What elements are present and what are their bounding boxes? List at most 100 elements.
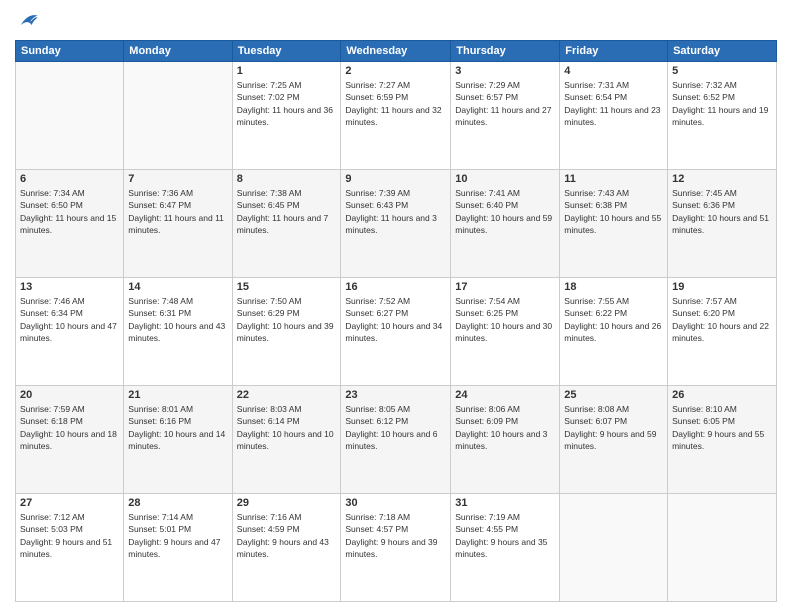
day-number: 4 — [564, 65, 663, 77]
calendar-day-cell: 15Sunrise: 7:50 AMSunset: 6:29 PMDayligh… — [232, 278, 341, 386]
calendar-day-cell: 31 Sunrise: 7:19 AMSunset: 4:55 PMDayligh… — [451, 494, 560, 602]
day-number: 23 — [345, 389, 446, 401]
calendar-day-cell: 30 Sunrise: 7:18 AMSunset: 4:57 PMDayligh… — [341, 494, 451, 602]
weekday-header: Monday — [124, 41, 232, 62]
calendar-day-cell — [16, 62, 124, 170]
day-number: 7 — [128, 173, 227, 185]
calendar-day-cell: 12 Sunrise: 7:45 AMSunset: 6:36 PMDayligh… — [668, 170, 777, 278]
day-number: 19 — [672, 281, 772, 293]
logo-bird-icon — [17, 10, 39, 32]
day-number: 28 — [128, 497, 227, 509]
day-info: Sunrise: 7:48 AMSunset: 6:31 PMDaylight:… — [128, 295, 227, 344]
calendar-day-cell: 14 Sunrise: 7:48 AMSunset: 6:31 PMDayligh… — [124, 278, 232, 386]
day-info: Sunrise: 7:29 AMSunset: 6:57 PMDaylight:… — [455, 79, 555, 128]
calendar-day-cell: 21 Sunrise: 8:01 AMSunset: 6:16 PMDayligh… — [124, 386, 232, 494]
day-info: Sunrise: 7:14 AMSunset: 5:01 PMDaylight:… — [128, 511, 227, 560]
day-info: Sunrise: 7:43 AMSunset: 6:38 PMDaylight:… — [564, 187, 663, 236]
calendar-day-cell: 26 Sunrise: 8:10 AMSunset: 6:05 PMDayligh… — [668, 386, 777, 494]
day-number: 30 — [345, 497, 446, 509]
calendar-day-cell: 18Sunrise: 7:55 AMSunset: 6:22 PMDayligh… — [560, 278, 668, 386]
calendar-week-row: 20 Sunrise: 7:59 AMSunset: 6:18 PMDayligh… — [16, 386, 777, 494]
weekday-header: Thursday — [451, 41, 560, 62]
weekday-header: Wednesday — [341, 41, 451, 62]
calendar-day-cell: 9Sunrise: 7:39 AMSunset: 6:43 PMDaylight… — [341, 170, 451, 278]
calendar-day-cell: 8 Sunrise: 7:38 AMSunset: 6:45 PMDaylight… — [232, 170, 341, 278]
calendar-day-cell: 7 Sunrise: 7:36 AMSunset: 6:47 PMDaylight… — [124, 170, 232, 278]
day-info: Sunrise: 8:01 AMSunset: 6:16 PMDaylight:… — [128, 403, 227, 452]
day-info: Sunrise: 7:34 AMSunset: 6:50 PMDaylight:… — [20, 187, 119, 236]
day-number: 8 — [237, 173, 337, 185]
day-info: Sunrise: 7:38 AMSunset: 6:45 PMDaylight:… — [237, 187, 337, 236]
calendar-day-cell: 5 Sunrise: 7:32 AMSunset: 6:52 PMDaylight… — [668, 62, 777, 170]
day-number: 13 — [20, 281, 119, 293]
calendar-table: SundayMondayTuesdayWednesdayThursdayFrid… — [15, 40, 777, 602]
calendar-day-cell: 17Sunrise: 7:54 AMSunset: 6:25 PMDayligh… — [451, 278, 560, 386]
day-info: Sunrise: 7:16 AMSunset: 4:59 PMDaylight:… — [237, 511, 337, 560]
logo — [15, 10, 39, 32]
day-number: 25 — [564, 389, 663, 401]
day-number: 17 — [455, 281, 555, 293]
day-number: 11 — [564, 173, 663, 185]
calendar-day-cell: 3 Sunrise: 7:29 AMSunset: 6:57 PMDaylight… — [451, 62, 560, 170]
calendar-day-cell: 28 Sunrise: 7:14 AMSunset: 5:01 PMDayligh… — [124, 494, 232, 602]
day-info: Sunrise: 8:05 AMSunset: 6:12 PMDaylight:… — [345, 403, 446, 452]
weekday-header: Saturday — [668, 41, 777, 62]
day-number: 5 — [672, 65, 772, 77]
calendar-day-cell: 13Sunrise: 7:46 AMSunset: 6:34 PMDayligh… — [16, 278, 124, 386]
weekday-header: Sunday — [16, 41, 124, 62]
day-info: Sunrise: 7:50 AMSunset: 6:29 PMDaylight:… — [237, 295, 337, 344]
day-info: Sunrise: 7:32 AMSunset: 6:52 PMDaylight:… — [672, 79, 772, 128]
day-number: 1 — [237, 65, 337, 77]
calendar-day-cell: 10 Sunrise: 7:41 AMSunset: 6:40 PMDayligh… — [451, 170, 560, 278]
day-number: 21 — [128, 389, 227, 401]
day-info: Sunrise: 7:36 AMSunset: 6:47 PMDaylight:… — [128, 187, 227, 236]
calendar-week-row: 1Sunrise: 7:25 AMSunset: 7:02 PMDaylight… — [16, 62, 777, 170]
calendar-day-cell: 25 Sunrise: 8:08 AMSunset: 6:07 PMDayligh… — [560, 386, 668, 494]
day-info: Sunrise: 7:18 AMSunset: 4:57 PMDaylight:… — [345, 511, 446, 560]
day-number: 10 — [455, 173, 555, 185]
day-info: Sunrise: 7:59 AMSunset: 6:18 PMDaylight:… — [20, 403, 119, 452]
day-number: 22 — [237, 389, 337, 401]
day-number: 12 — [672, 173, 772, 185]
day-number: 26 — [672, 389, 772, 401]
calendar-day-cell: 4 Sunrise: 7:31 AMSunset: 6:54 PMDaylight… — [560, 62, 668, 170]
day-info: Sunrise: 7:19 AMSunset: 4:55 PMDaylight:… — [455, 511, 555, 560]
calendar-day-cell: 27 Sunrise: 7:12 AMSunset: 5:03 PMDayligh… — [16, 494, 124, 602]
calendar-day-cell: 11 Sunrise: 7:43 AMSunset: 6:38 PMDayligh… — [560, 170, 668, 278]
day-info: Sunrise: 8:10 AMSunset: 6:05 PMDaylight:… — [672, 403, 772, 452]
calendar-header-row: SundayMondayTuesdayWednesdayThursdayFrid… — [16, 41, 777, 62]
calendar-day-cell: 29 Sunrise: 7:16 AMSunset: 4:59 PMDayligh… — [232, 494, 341, 602]
day-number: 9 — [345, 173, 446, 185]
day-number: 18 — [564, 281, 663, 293]
day-info: Sunrise: 7:45 AMSunset: 6:36 PMDaylight:… — [672, 187, 772, 236]
day-info: Sunrise: 7:27 AMSunset: 6:59 PMDaylight:… — [345, 79, 446, 128]
day-info: Sunrise: 7:52 AMSunset: 6:27 PMDaylight:… — [345, 295, 446, 344]
calendar-day-cell: 24Sunrise: 8:06 AMSunset: 6:09 PMDayligh… — [451, 386, 560, 494]
calendar-week-row: 6 Sunrise: 7:34 AMSunset: 6:50 PMDaylight… — [16, 170, 777, 278]
calendar-day-cell — [668, 494, 777, 602]
day-number: 27 — [20, 497, 119, 509]
day-number: 24 — [455, 389, 555, 401]
day-info: Sunrise: 7:41 AMSunset: 6:40 PMDaylight:… — [455, 187, 555, 236]
day-number: 20 — [20, 389, 119, 401]
calendar-week-row: 13Sunrise: 7:46 AMSunset: 6:34 PMDayligh… — [16, 278, 777, 386]
day-info: Sunrise: 7:12 AMSunset: 5:03 PMDaylight:… — [20, 511, 119, 560]
calendar-day-cell: 22Sunrise: 8:03 AMSunset: 6:14 PMDayligh… — [232, 386, 341, 494]
day-number: 6 — [20, 173, 119, 185]
weekday-header: Tuesday — [232, 41, 341, 62]
calendar-day-cell — [124, 62, 232, 170]
day-number: 14 — [128, 281, 227, 293]
day-info: Sunrise: 7:57 AMSunset: 6:20 PMDaylight:… — [672, 295, 772, 344]
calendar-day-cell: 20 Sunrise: 7:59 AMSunset: 6:18 PMDayligh… — [16, 386, 124, 494]
calendar-day-cell: 16 Sunrise: 7:52 AMSunset: 6:27 PMDayligh… — [341, 278, 451, 386]
day-info: Sunrise: 8:08 AMSunset: 6:07 PMDaylight:… — [564, 403, 663, 452]
day-number: 31 — [455, 497, 555, 509]
day-number: 16 — [345, 281, 446, 293]
header — [15, 10, 777, 32]
day-info: Sunrise: 7:31 AMSunset: 6:54 PMDaylight:… — [564, 79, 663, 128]
day-number: 29 — [237, 497, 337, 509]
weekday-header: Friday — [560, 41, 668, 62]
day-number: 3 — [455, 65, 555, 77]
day-number: 2 — [345, 65, 446, 77]
calendar-day-cell: 2 Sunrise: 7:27 AMSunset: 6:59 PMDaylight… — [341, 62, 451, 170]
